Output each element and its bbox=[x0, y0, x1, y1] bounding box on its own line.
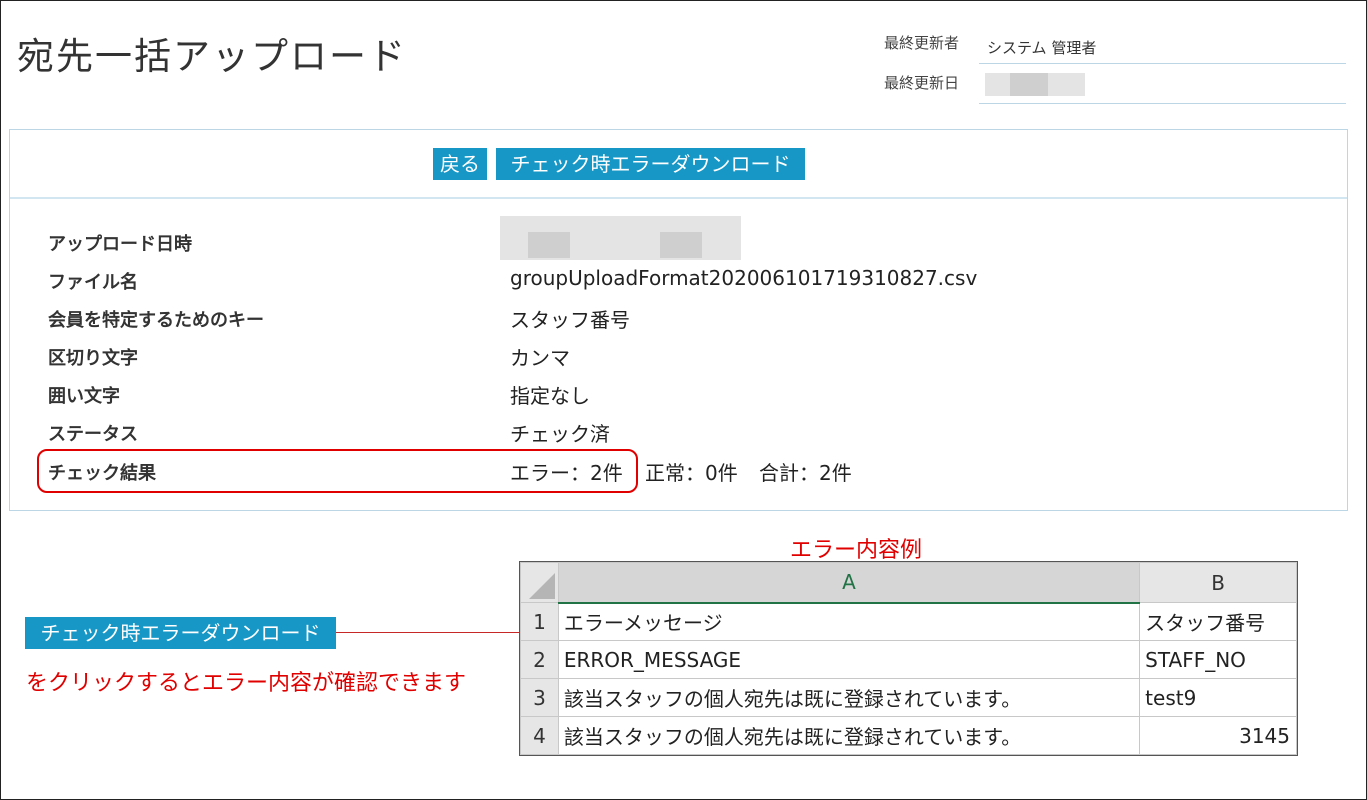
check-result-normal: 正常：0件 bbox=[645, 461, 738, 485]
cell-b4: 3145 bbox=[1139, 716, 1297, 755]
last-updated-date-redacted-part bbox=[1010, 73, 1048, 96]
cell-b3: test9 bbox=[1139, 678, 1297, 717]
column-header-a: A bbox=[557, 562, 1141, 604]
annotation-error-download-button: チェック時エラーダウンロード bbox=[25, 617, 336, 649]
cell-b1: スタッフ番号 bbox=[1139, 602, 1297, 641]
row-number: 4 bbox=[520, 716, 559, 755]
last-updated-date-underline bbox=[979, 103, 1346, 104]
file-name-label: ファイル名 bbox=[48, 272, 138, 293]
cell-a2: ERROR_MESSAGE bbox=[557, 640, 1141, 679]
upload-datetime-redacted-part bbox=[660, 232, 702, 258]
spreadsheet-table: A B 1 エラーメッセージ スタッフ番号 2 ERROR_MESSAGE ST… bbox=[520, 562, 1297, 755]
check-result-total: 合計：2件 bbox=[759, 461, 852, 485]
delimiter-value: カンマ bbox=[510, 346, 570, 370]
last-updated-by-underline bbox=[979, 63, 1346, 64]
member-key-value: スタッフ番号 bbox=[510, 308, 630, 332]
error-example-caption: エラー内容例 bbox=[790, 538, 923, 563]
row-number: 1 bbox=[520, 602, 559, 641]
select-all-icon bbox=[528, 573, 555, 599]
member-key-label: 会員を特定するためのキー bbox=[48, 310, 264, 331]
back-button[interactable]: 戻る bbox=[433, 148, 487, 180]
file-name-value: groupUploadFormat202006101719310827.csv bbox=[510, 266, 978, 290]
cell-a4: 該当スタッフの個人宛先は既に登録されています。 bbox=[557, 716, 1141, 755]
cell-a1: エラーメッセージ bbox=[557, 602, 1141, 641]
row-number: 3 bbox=[520, 678, 559, 717]
callout-line bbox=[336, 632, 519, 633]
enclosure-value: 指定なし bbox=[510, 384, 590, 408]
last-updated-by-label: 最終更新者 bbox=[884, 34, 960, 52]
panel-divider bbox=[10, 197, 1347, 199]
last-updated-by-value: システム 管理者 bbox=[987, 39, 1097, 57]
status-value: チェック済 bbox=[510, 422, 610, 446]
enclosure-label: 囲い文字 bbox=[48, 386, 120, 407]
cell-a3: 該当スタッフの個人宛先は既に登録されています。 bbox=[557, 678, 1141, 717]
status-label: ステータス bbox=[48, 424, 138, 445]
check-result-highlight bbox=[37, 449, 638, 493]
cell-b2: STAFF_NO bbox=[1139, 640, 1297, 679]
delimiter-label: 区切り文字 bbox=[48, 348, 138, 369]
error-download-button[interactable]: チェック時エラーダウンロード bbox=[496, 148, 805, 180]
row-number: 2 bbox=[520, 640, 559, 679]
error-example-spreadsheet: A B 1 エラーメッセージ スタッフ番号 2 ERROR_MESSAGE ST… bbox=[519, 561, 1298, 756]
annotation-note: をクリックするとエラー内容が確認できます bbox=[26, 671, 467, 696]
page-title: 宛先一括アップロード bbox=[17, 35, 407, 78]
last-updated-date-label: 最終更新日 bbox=[884, 74, 960, 92]
spreadsheet-corner bbox=[520, 562, 559, 603]
upload-datetime-label: アップロード日時 bbox=[48, 234, 192, 255]
column-header-b: B bbox=[1139, 562, 1297, 603]
upload-datetime-redacted-part bbox=[528, 232, 570, 258]
